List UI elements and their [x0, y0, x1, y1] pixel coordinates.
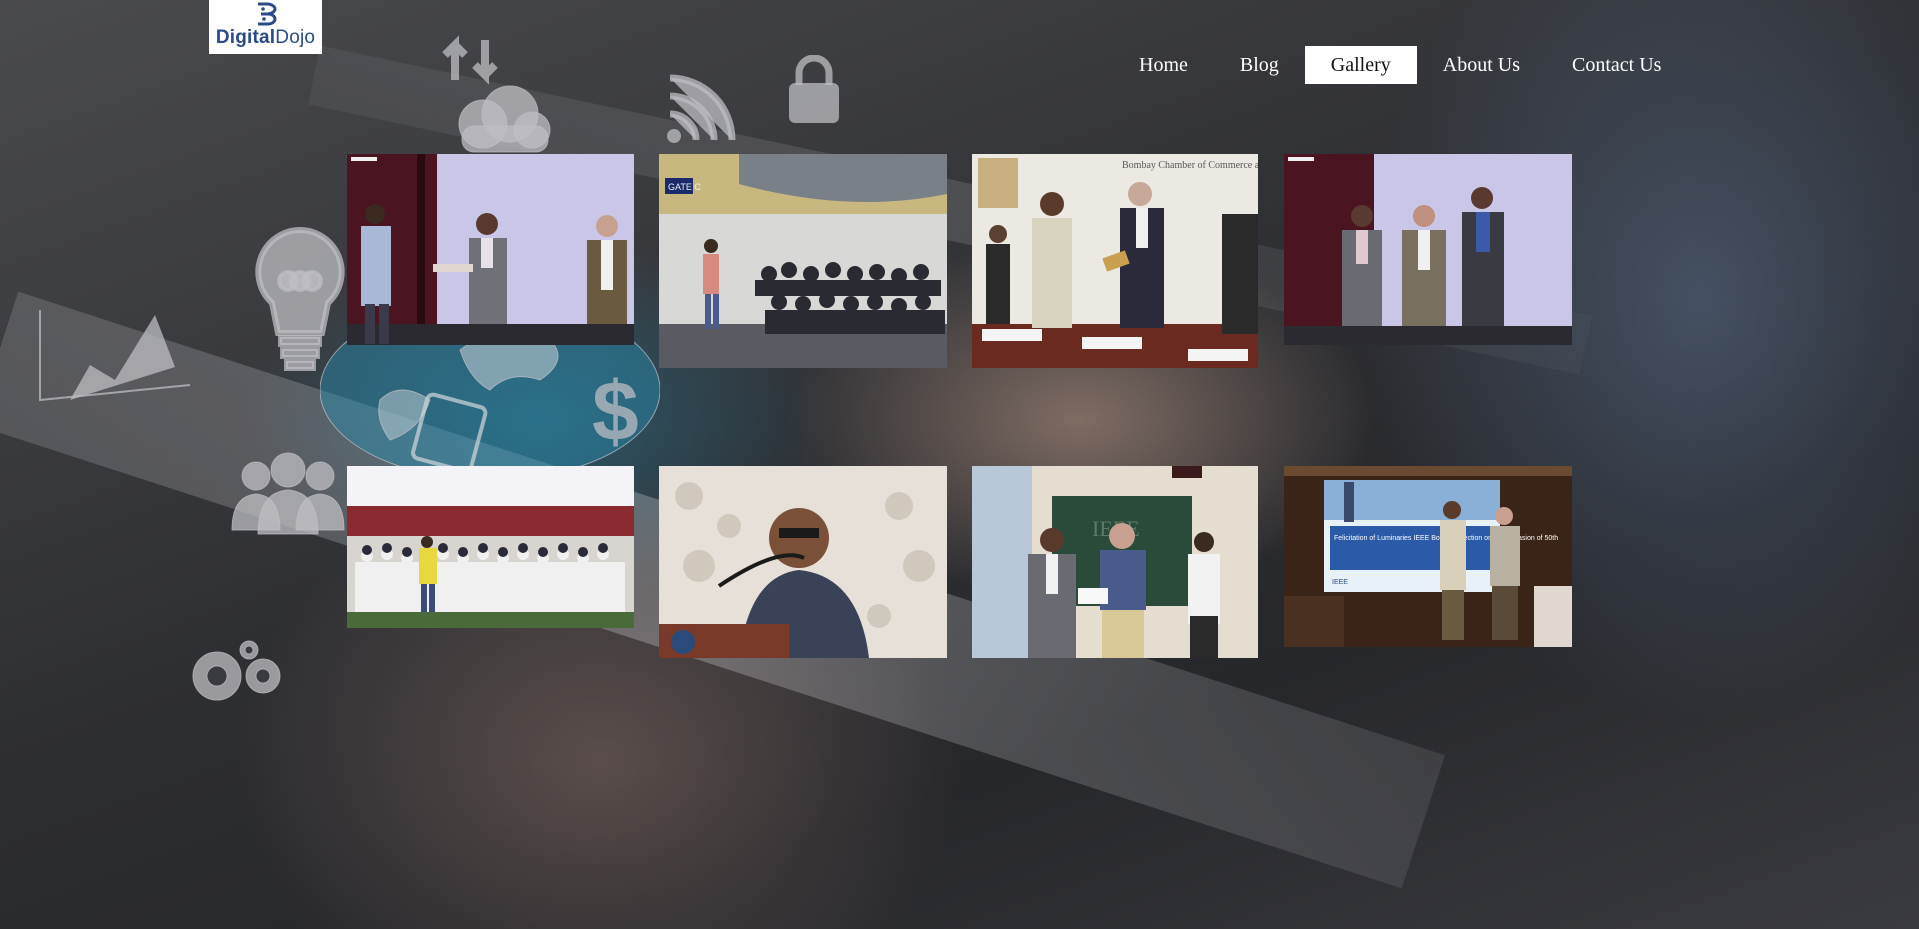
gears-icon: [192, 640, 281, 701]
lock-icon: [789, 55, 839, 123]
gallery-photo-award-handshake[interactable]: [347, 154, 634, 345]
nav-home[interactable]: Home: [1113, 46, 1214, 84]
svg-text:$: $: [592, 365, 639, 455]
gallery-photo-ieee-felicitation[interactable]: Felicitation of Luminaries IEEE Bombay S…: [1284, 466, 1572, 647]
cloud-icon: [458, 85, 551, 153]
logo-text-bold: Digital: [215, 27, 276, 48]
upload-download-arrows-icon: [442, 35, 498, 85]
logo-wordmark: DigitalDojo: [209, 27, 322, 49]
logo-text-rest: Dojo: [275, 27, 316, 48]
chamber-sign-text: Bombay Chamber of Commerce and Industry: [1122, 160, 1258, 171]
nav-contact-us[interactable]: Contact Us: [1546, 46, 1687, 84]
main-nav: Home Blog Gallery About Us Contact Us: [1113, 46, 1687, 84]
gallery-photo-seminar-audience[interactable]: GATE C: [659, 154, 947, 368]
gallery-photo-three-men-award[interactable]: [1284, 154, 1572, 345]
gallery-photo-chamber-of-commerce[interactable]: Bombay Chamber of Commerce and Industry: [972, 154, 1258, 368]
nav-gallery[interactable]: Gallery: [1304, 46, 1417, 84]
digital-dojo-logo-icon: [258, 2, 277, 26]
people-group-icon: [231, 452, 345, 535]
gallery-photo-certificate-presentation[interactable]: IEEE: [972, 466, 1258, 658]
gallery-photo-auditorium-crowd[interactable]: [347, 466, 634, 628]
nav-blog[interactable]: Blog: [1214, 46, 1305, 84]
dollar-icon: $: [592, 365, 639, 455]
ieee-logo-text: IEEE: [1332, 579, 1348, 586]
growth-chart-icon: [39, 310, 191, 402]
gallery-photo-speaker-at-podium[interactable]: [659, 466, 947, 658]
nav-about-us[interactable]: About Us: [1417, 46, 1546, 84]
wifi-icon: [667, 74, 736, 143]
gate-sign-text: GATE C: [668, 182, 701, 192]
site-logo[interactable]: DigitalDojo: [209, 0, 322, 54]
